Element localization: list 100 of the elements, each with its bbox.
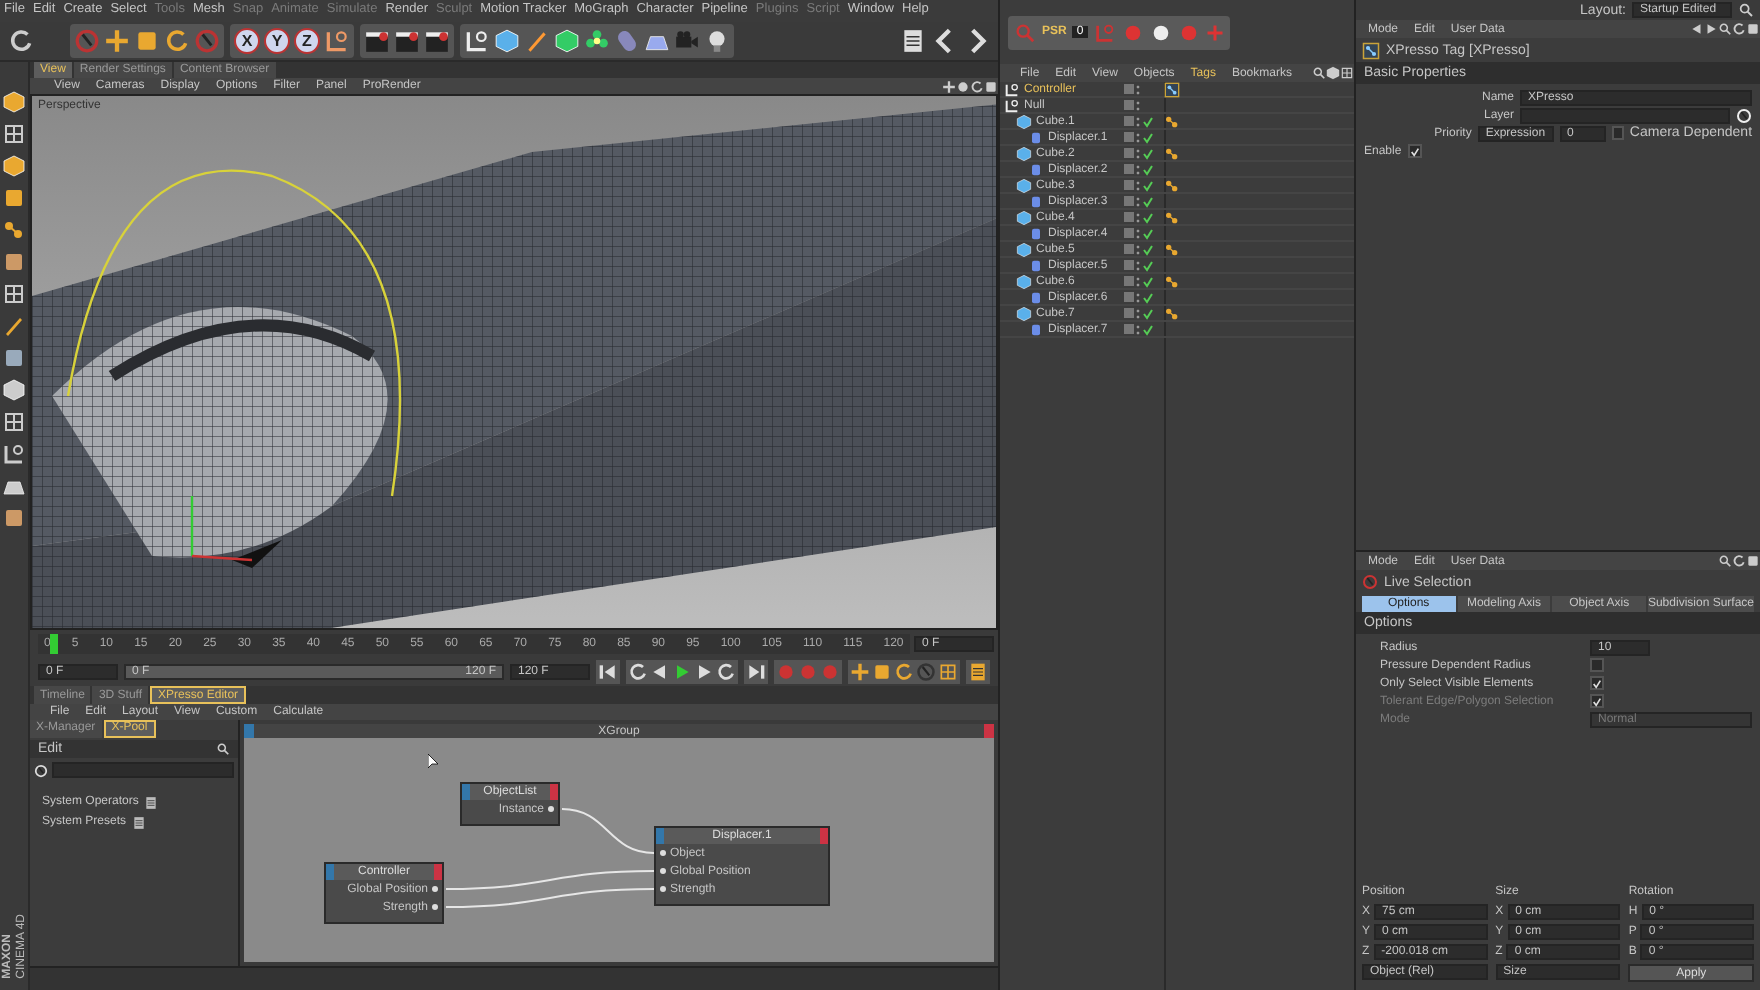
mode-icon[interactable] bbox=[2, 442, 26, 466]
enabled-check[interactable] bbox=[1142, 195, 1154, 207]
layer-swatch[interactable] bbox=[1124, 180, 1134, 190]
rotate-view-icon[interactable] bbox=[970, 79, 984, 93]
mode-icon[interactable] bbox=[2, 346, 26, 370]
move-icon[interactable] bbox=[104, 28, 130, 54]
enabled-check[interactable] bbox=[1142, 259, 1154, 271]
checkbox[interactable] bbox=[1590, 658, 1604, 673]
target-icon[interactable] bbox=[34, 763, 48, 777]
layer-swatch[interactable] bbox=[1124, 276, 1134, 286]
mode-icon[interactable] bbox=[2, 122, 26, 146]
enabled-check[interactable] bbox=[1142, 147, 1154, 159]
enabled-check[interactable] bbox=[1142, 323, 1154, 335]
rotate-icon[interactable] bbox=[164, 28, 190, 54]
layer-swatch[interactable] bbox=[1124, 84, 1134, 94]
history-icon[interactable] bbox=[1732, 22, 1746, 36]
record-icon[interactable] bbox=[1149, 21, 1172, 43]
layer-swatch[interactable] bbox=[1124, 244, 1134, 254]
tag-icon[interactable] bbox=[1164, 241, 1180, 257]
null-object-icon[interactable] bbox=[464, 28, 490, 54]
go-to-start-icon[interactable] bbox=[598, 662, 618, 682]
xpresso-tag-icon[interactable] bbox=[1164, 81, 1180, 97]
search-icon[interactable] bbox=[216, 742, 230, 756]
layer-icon[interactable] bbox=[1736, 107, 1752, 123]
enabled-check[interactable] bbox=[1142, 179, 1154, 191]
enabled-check[interactable] bbox=[1142, 115, 1154, 127]
layer-swatch[interactable] bbox=[1124, 308, 1134, 318]
pointer-icon[interactable] bbox=[194, 28, 220, 54]
mode-icon[interactable] bbox=[2, 314, 26, 338]
search-icon[interactable] bbox=[1718, 22, 1732, 36]
mode-icon[interactable] bbox=[2, 282, 26, 306]
xpresso-tag-icon[interactable] bbox=[1362, 41, 1380, 59]
layer-swatch[interactable] bbox=[1124, 148, 1134, 158]
step-forward-icon[interactable] bbox=[694, 662, 714, 682]
input-port[interactable] bbox=[660, 868, 666, 874]
layer-swatch[interactable] bbox=[1124, 324, 1134, 334]
axis-button[interactable]: Y bbox=[264, 28, 290, 54]
tag-icon[interactable] bbox=[1164, 177, 1180, 193]
enabled-check[interactable] bbox=[1142, 131, 1154, 143]
enabled-check[interactable] bbox=[1142, 291, 1154, 303]
folder-icon[interactable] bbox=[144, 795, 159, 809]
enabled-check[interactable] bbox=[1142, 163, 1154, 175]
enabled-check[interactable] bbox=[1142, 243, 1154, 255]
rotate-key-icon[interactable] bbox=[894, 662, 914, 682]
clapperboard-icon[interactable] bbox=[394, 28, 420, 54]
search-field[interactable] bbox=[52, 762, 234, 778]
null-icon[interactable] bbox=[1004, 81, 1020, 97]
layer-swatch[interactable] bbox=[1124, 196, 1134, 206]
axis-button[interactable]: Z bbox=[294, 28, 320, 54]
tag-icon[interactable] bbox=[1164, 145, 1180, 161]
document-icon[interactable] bbox=[900, 28, 926, 54]
output-port[interactable] bbox=[432, 886, 438, 892]
layer-swatch[interactable] bbox=[1124, 116, 1134, 126]
mode-icon[interactable] bbox=[2, 506, 26, 530]
live-selection-icon[interactable] bbox=[1362, 574, 1378, 591]
playhead-marker[interactable] bbox=[50, 634, 58, 654]
mode-icon[interactable] bbox=[2, 410, 26, 434]
search-icon[interactable] bbox=[1718, 554, 1732, 569]
move-key-icon[interactable] bbox=[850, 662, 870, 682]
tag-icon[interactable] bbox=[1164, 209, 1180, 225]
null-icon[interactable] bbox=[1004, 97, 1020, 113]
layer-swatch[interactable] bbox=[1124, 132, 1134, 142]
enabled-check[interactable] bbox=[1142, 227, 1154, 239]
layer-swatch[interactable] bbox=[1124, 228, 1134, 238]
pen-icon[interactable] bbox=[524, 28, 550, 54]
next-key-icon[interactable] bbox=[716, 662, 736, 682]
input-port[interactable] bbox=[660, 850, 666, 856]
play-icon[interactable] bbox=[672, 662, 692, 682]
mode-icon[interactable] bbox=[2, 250, 26, 274]
axis-button[interactable]: X bbox=[234, 28, 260, 54]
output-port[interactable] bbox=[432, 904, 438, 910]
layer-swatch[interactable] bbox=[1124, 212, 1134, 222]
input-port[interactable] bbox=[660, 886, 666, 892]
output-port[interactable] bbox=[548, 806, 554, 812]
mode-icon[interactable] bbox=[2, 186, 26, 210]
undo-icon[interactable] bbox=[8, 28, 34, 54]
history-icon[interactable] bbox=[1732, 554, 1746, 569]
go-to-end-icon[interactable] bbox=[746, 662, 766, 682]
mode-icon[interactable] bbox=[2, 218, 26, 242]
layer-field[interactable] bbox=[1520, 107, 1730, 123]
axis-icon[interactable] bbox=[324, 28, 350, 54]
flower-icon[interactable] bbox=[584, 28, 610, 54]
previous-key-icon[interactable] bbox=[628, 662, 648, 682]
move-view-icon[interactable] bbox=[942, 79, 956, 93]
checkbox[interactable] bbox=[1590, 676, 1604, 691]
enabled-check[interactable] bbox=[1142, 275, 1154, 287]
grid-key-icon[interactable] bbox=[938, 662, 958, 682]
layer-swatch[interactable] bbox=[1124, 292, 1134, 302]
search-icon[interactable] bbox=[1738, 2, 1754, 18]
search-icon[interactable] bbox=[1312, 66, 1326, 80]
enabled-check[interactable] bbox=[1142, 211, 1154, 223]
cube-icon[interactable] bbox=[494, 28, 520, 54]
step-back-icon[interactable] bbox=[650, 662, 670, 682]
light-icon[interactable] bbox=[704, 28, 730, 54]
layer-swatch[interactable] bbox=[1124, 100, 1134, 110]
tag-icon[interactable] bbox=[1164, 273, 1180, 289]
polygon-icon[interactable] bbox=[554, 28, 580, 54]
scale-icon[interactable] bbox=[134, 28, 160, 54]
clapperboard-icon[interactable] bbox=[424, 28, 450, 54]
checkbox[interactable] bbox=[1612, 126, 1624, 140]
